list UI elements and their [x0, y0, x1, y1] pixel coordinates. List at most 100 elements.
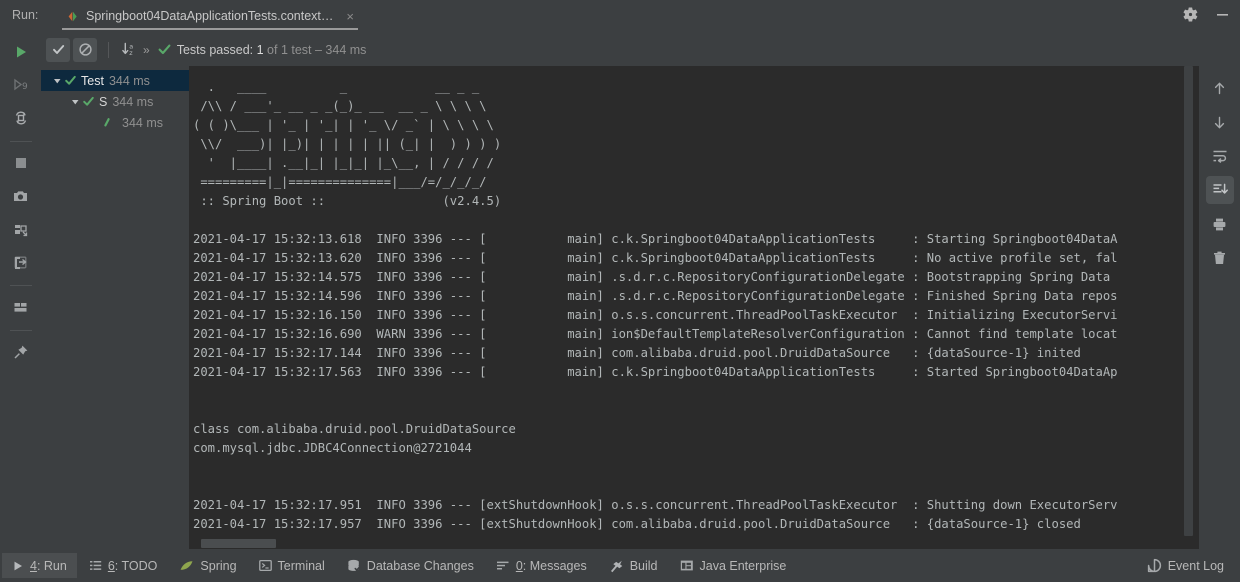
console-text: . ____ _ __ _ _ /\\ / ___'_ __ _ _(_)_ _…	[189, 66, 1118, 549]
layout-icon	[12, 299, 29, 316]
status-run-mnemonic: 4	[30, 558, 37, 573]
scroll-to-end-icon	[1211, 181, 1229, 199]
test-tree-label: Test	[81, 73, 104, 88]
rerun-failed-tests-button[interactable]: 9	[7, 71, 35, 99]
status-messages-mnemonic: 0	[515, 558, 523, 573]
green-check-icon	[157, 42, 172, 57]
test-result-lead: Tests passed:	[176, 42, 254, 57]
status-messages[interactable]: 0: Messages	[486, 553, 597, 578]
scroll-to-end-button[interactable]	[1205, 176, 1234, 204]
import-test-results-button[interactable]	[7, 215, 35, 243]
spring-leaf-icon	[179, 559, 194, 572]
show-passed-toggle[interactable]	[46, 37, 70, 62]
todo-list-icon	[89, 559, 102, 572]
layout-settings-button[interactable]	[7, 293, 35, 321]
soft-wrap-icon	[1211, 147, 1229, 165]
scroll-down-button[interactable]	[1206, 108, 1234, 136]
test-tree-duration: 344 ms	[108, 73, 150, 88]
run-tool-window: Run: Springboot04DataApplicationTests.co…	[0, 0, 1240, 582]
test-tree-label: S	[99, 94, 108, 109]
rerun-failed-icon: 9	[13, 77, 29, 93]
status-run[interactable]: 4: Run	[2, 553, 77, 578]
stop-square-icon	[13, 155, 29, 171]
green-tick-small-icon	[100, 116, 113, 129]
messages-icon	[496, 559, 510, 572]
toggle-auto-test-button[interactable]	[7, 104, 35, 132]
test-tree-duration: 344 ms	[112, 94, 154, 109]
minimize-icon[interactable]	[1214, 6, 1232, 24]
trash-icon	[1211, 250, 1228, 267]
soft-wrap-button[interactable]	[1206, 142, 1234, 170]
window-controls	[1182, 6, 1232, 24]
test-tree-row-suite[interactable]: S 344 ms	[41, 91, 189, 112]
test-tree[interactable]: Test 344 ms S 344 ms 344 ms	[41, 66, 189, 549]
event-log-icon	[1147, 558, 1162, 573]
play-icon	[12, 560, 24, 572]
rerun-button[interactable]	[7, 38, 35, 66]
status-todo[interactable]: 6: TODO	[79, 553, 168, 578]
status-messages-label: : Messages	[522, 558, 587, 573]
sort-alphabetically-icon: a z	[121, 41, 138, 58]
test-tree-row-method[interactable]: 344 ms	[41, 112, 189, 133]
titlebar: Run: Springboot04DataApplicationTests.co…	[0, 0, 1240, 33]
toolbar-divider	[9, 141, 32, 142]
arrow-up-icon	[1211, 80, 1228, 97]
test-tree-row-root[interactable]: Test 344 ms	[41, 70, 189, 91]
status-run-label: : Run	[36, 558, 67, 573]
status-event-log[interactable]: Event Log	[1147, 558, 1224, 573]
open-test-results-button[interactable]	[7, 248, 35, 276]
sort-alphabetically-button[interactable]: a z	[117, 38, 141, 62]
green-check-icon	[64, 74, 77, 87]
arrow-down-icon	[1211, 114, 1228, 131]
status-terminal-label: Terminal	[277, 558, 325, 573]
tab-title: Springboot04DataApplicationTests.context…	[86, 9, 334, 23]
export-test-results-button[interactable]	[7, 182, 35, 210]
collapse-twisty-icon[interactable]	[69, 95, 82, 108]
gear-icon[interactable]	[1182, 6, 1200, 24]
open-in-icon	[12, 254, 29, 271]
camera-icon	[12, 188, 29, 205]
shutdown-log-lines: 2021-04-17 15:32:17.951 INFO 3396 --- [e…	[193, 498, 1118, 531]
stdout-lines: class com.alibaba.druid.pool.DruidDataSo…	[193, 422, 516, 455]
clear-all-button[interactable]	[1206, 244, 1234, 272]
collapse-twisty-icon[interactable]	[51, 74, 64, 87]
status-build-label: Build	[629, 558, 658, 573]
hammer-icon	[609, 559, 624, 573]
database-icon	[347, 559, 361, 573]
status-database-changes[interactable]: Database Changes	[337, 553, 484, 578]
test-runner-toolbar: a z » Tests passed: 1 of 1 test – 344 ms	[41, 33, 1240, 66]
console-vertical-scrollbar-thumb[interactable]	[1184, 66, 1193, 536]
play-icon	[13, 44, 29, 60]
close-icon[interactable]: ×	[346, 10, 354, 23]
circle-slash-icon	[78, 42, 93, 57]
run-config-icon	[66, 10, 79, 23]
status-bar: 4: Run 6: TODO Spring Terminal Database …	[0, 549, 1240, 582]
status-java-enterprise[interactable]: Java Enterprise	[670, 553, 797, 578]
green-check-icon	[82, 95, 95, 108]
console-horizontal-scrollbar-track[interactable]	[189, 538, 1199, 549]
status-todo-label: : TODO	[114, 558, 158, 573]
print-button[interactable]	[1206, 210, 1234, 238]
pin-tab-button[interactable]	[7, 338, 35, 366]
status-spring-label: Spring	[200, 558, 237, 573]
auto-test-icon	[12, 109, 30, 127]
status-todo-mnemonic: 6	[107, 558, 115, 573]
test-result-status: Tests passed: 1 of 1 test – 344 ms	[177, 43, 367, 57]
hide-ignored-toggle[interactable]	[73, 37, 97, 62]
test-tree-duration: 344 ms	[122, 115, 163, 130]
stop-button[interactable]	[7, 149, 35, 177]
status-spring[interactable]: Spring	[169, 553, 246, 578]
console-output-panel[interactable]: . ____ _ __ _ _ /\\ / ___'_ __ _ _(_)_ _…	[189, 66, 1199, 549]
run-configuration-tab[interactable]: Springboot04DataApplicationTests.context…	[62, 4, 358, 30]
status-build[interactable]: Build	[599, 553, 668, 578]
expand-toolbar-button[interactable]: »	[143, 43, 150, 57]
svg-text:9: 9	[22, 82, 28, 92]
console-vertical-scrollbar-track[interactable]	[1184, 66, 1196, 549]
printer-icon	[1211, 216, 1228, 233]
status-terminal[interactable]: Terminal	[249, 553, 335, 578]
console-horizontal-scrollbar-thumb[interactable]	[201, 539, 276, 548]
scroll-up-button[interactable]	[1206, 74, 1234, 102]
pin-icon	[12, 343, 30, 361]
import-icon	[12, 221, 29, 238]
